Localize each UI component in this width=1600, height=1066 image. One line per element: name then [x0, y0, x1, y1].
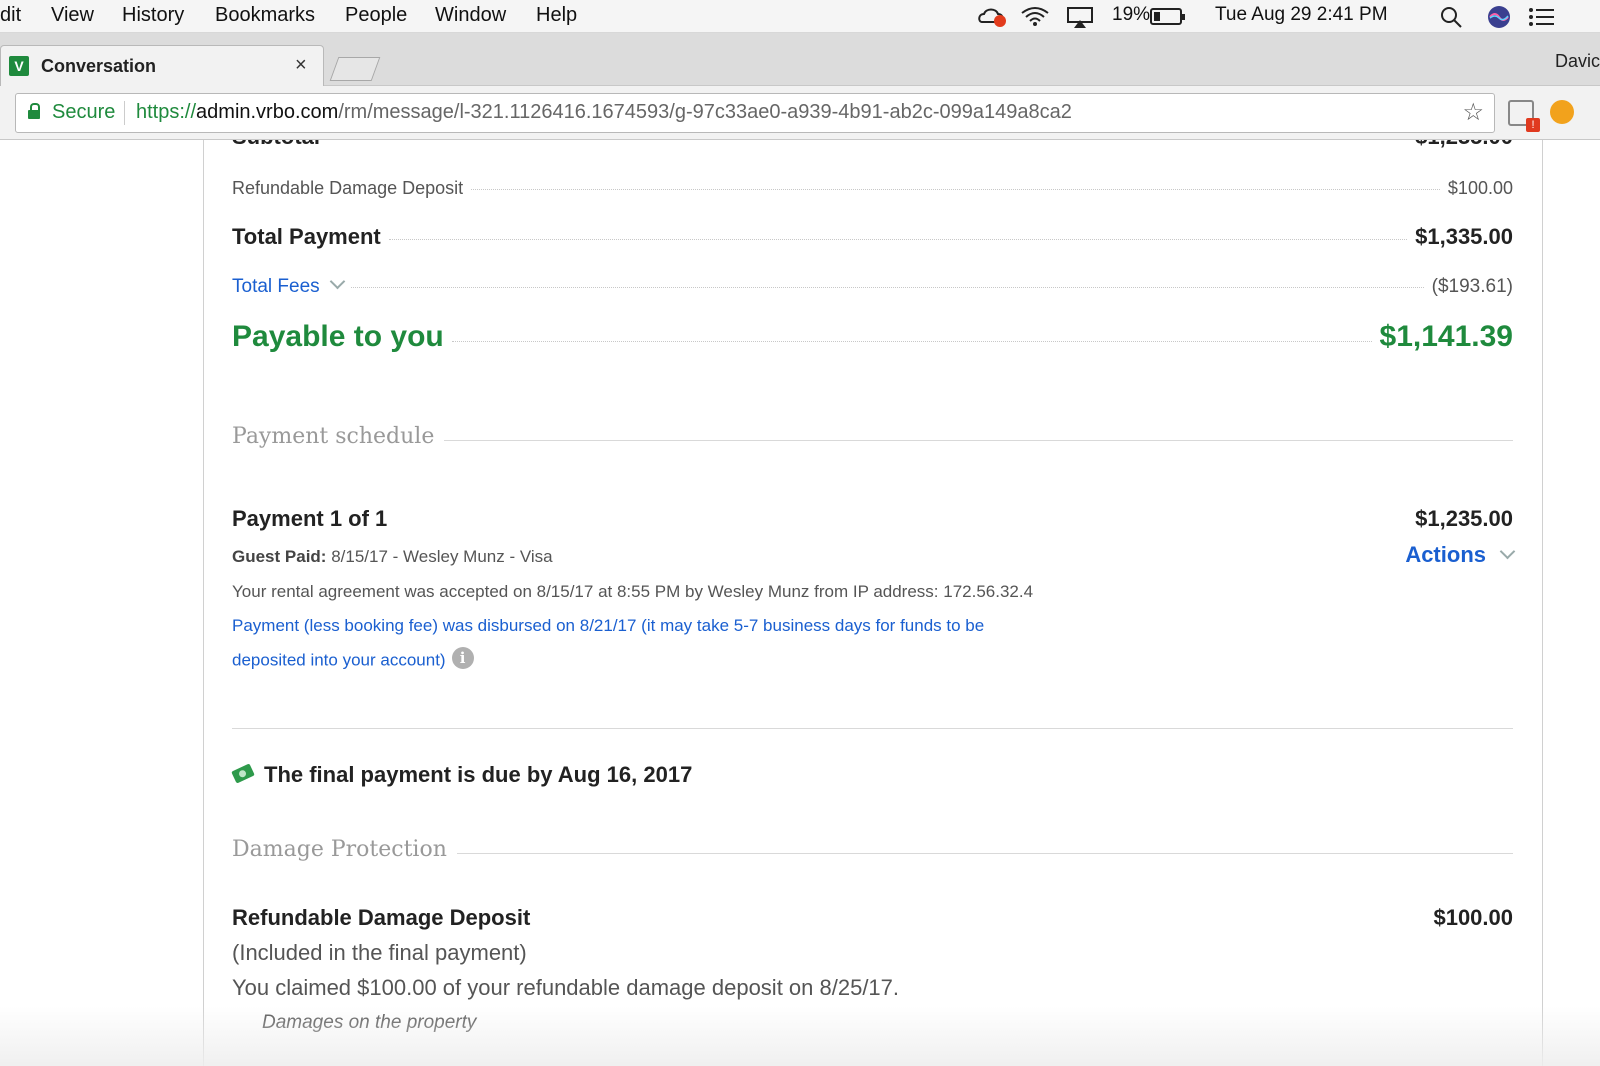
payable-label: Payable to you: [232, 320, 444, 353]
claim-reason: Damages on the property: [262, 1012, 477, 1033]
tab-title: Conversation: [41, 56, 157, 76]
airplay-icon[interactable]: [1066, 6, 1094, 28]
page-content: Subtotal $1,235.00 Refundable Damage Dep…: [0, 140, 1600, 1066]
vrbo-favicon-icon: V: [9, 56, 29, 76]
profile-name[interactable]: Davic: [1555, 51, 1600, 72]
disbursed-link-text: deposited into your account): [232, 650, 446, 670]
total-fees-value: ($193.61): [1431, 276, 1513, 297]
guest-paid-value: 8/15/17 - Wesley Munz - Visa: [326, 547, 553, 566]
url-text[interactable]: https://admin.vrbo.com/rm/message/l-321.…: [136, 101, 1072, 124]
creative-cloud-icon[interactable]: [978, 6, 1008, 28]
disbursed-link-line2[interactable]: deposited into your account) i: [232, 647, 474, 672]
final-payment-due: The final payment is due by Aug 16, 2017: [264, 762, 693, 787]
menu-bar: dit View History Bookmarks People Window…: [0, 0, 1600, 33]
siri-icon[interactable]: [1486, 4, 1512, 30]
total-fees-toggle[interactable]: Total Fees: [232, 273, 345, 298]
content-right-border: [1542, 140, 1543, 1066]
bookmark-star-icon[interactable]: ☆: [1462, 98, 1484, 127]
actions-dropdown[interactable]: Actions: [1405, 542, 1516, 568]
tab-strip: V Conversation × Davic: [0, 33, 1600, 87]
extension-orange-icon[interactable]: [1550, 100, 1574, 124]
tab-close-icon[interactable]: ×: [295, 54, 307, 77]
total-payment-row: Total Payment $1,335.00: [232, 224, 1513, 250]
agreement-text: Your rental agreement was accepted on 8/…: [232, 582, 1034, 601]
chevron-down-icon: [329, 273, 345, 290]
total-payment-label: Total Payment: [232, 224, 381, 249]
damage-protection-title: Damage Protection: [232, 837, 447, 862]
spotlight-search-icon[interactable]: [1440, 6, 1464, 28]
guest-paid-label: Guest Paid:: [232, 547, 327, 566]
payment-schedule-heading: Payment schedule: [232, 424, 1513, 449]
money-icon: [231, 763, 255, 784]
subtotal-value: $1,235.00: [1415, 140, 1513, 150]
damage-deposit-title: Refundable Damage Deposit: [232, 905, 531, 930]
payment-title: Payment 1 of 1: [232, 506, 388, 531]
guest-paid-line: Guest Paid: 8/15/17 - Wesley Munz - Visa: [232, 547, 553, 567]
deposit-value: $100.00: [1447, 178, 1513, 198]
menu-history[interactable]: History: [122, 4, 184, 27]
clock[interactable]: Tue Aug 29 2:41 PM: [1215, 4, 1388, 26]
url-host: admin.vrbo.com: [196, 101, 339, 123]
browser-toolbar: Secure https://admin.vrbo.com/rm/message…: [0, 86, 1600, 140]
address-bar[interactable]: Secure https://admin.vrbo.com/rm/message…: [15, 93, 1495, 133]
payment-amount: $1,235.00: [1415, 506, 1513, 531]
total-payment-value: $1,335.00: [1415, 224, 1513, 249]
new-tab-button[interactable]: [329, 57, 381, 81]
subtotal-row: Subtotal $1,235.00: [232, 140, 1513, 150]
url-path: /rm/message/l-321.1126416.1674593/g-97c3…: [338, 101, 1072, 123]
payable-row: Payable to you $1,141.39: [232, 320, 1513, 354]
tab-conversation[interactable]: V Conversation ×: [0, 45, 324, 87]
content-left-border: [203, 140, 204, 1066]
included-note: (Included in the final payment): [232, 940, 527, 965]
payment-schedule-title: Payment schedule: [232, 424, 435, 449]
menu-help[interactable]: Help: [536, 4, 577, 27]
chevron-down-icon: [1499, 543, 1516, 560]
actions-label: Actions: [1405, 542, 1486, 567]
extension-icon[interactable]: !: [1508, 100, 1540, 132]
damage-protection-heading: Damage Protection: [232, 837, 1513, 862]
subtotal-label: Subtotal: [232, 140, 320, 150]
notification-center-icon[interactable]: [1528, 6, 1556, 28]
secure-label[interactable]: Secure: [52, 101, 115, 124]
menu-people[interactable]: People: [345, 4, 407, 27]
bottom-fade: [0, 1006, 1600, 1066]
battery-percent: 19%: [1112, 4, 1151, 25]
section-divider: [232, 728, 1513, 729]
total-fees-label: Total Fees: [232, 276, 320, 297]
menu-view[interactable]: View: [51, 4, 94, 27]
claimed-text: You claimed $100.00 of your refundable d…: [232, 975, 900, 1000]
total-fees-row: Total Fees ($193.61): [232, 273, 1513, 298]
deposit-row: Refundable Damage Deposit $100.00: [232, 178, 1513, 199]
info-icon[interactable]: i: [451, 647, 474, 669]
payable-value: $1,141.39: [1379, 320, 1513, 353]
menu-window[interactable]: Window: [435, 4, 506, 27]
lock-icon[interactable]: [28, 103, 40, 119]
extension-badge: !: [1526, 118, 1540, 132]
menu-bookmarks[interactable]: Bookmarks: [215, 4, 315, 27]
address-divider: [124, 101, 125, 125]
disbursed-link-line1[interactable]: Payment (less booking fee) was disbursed…: [232, 616, 984, 636]
battery-icon[interactable]: [1150, 8, 1186, 26]
menu-edit[interactable]: dit: [0, 4, 21, 27]
url-scheme: https://: [136, 101, 197, 123]
deposit-label: Refundable Damage Deposit: [232, 178, 464, 198]
damage-deposit-amount: $100.00: [1433, 905, 1513, 930]
wifi-icon[interactable]: [1020, 5, 1050, 27]
